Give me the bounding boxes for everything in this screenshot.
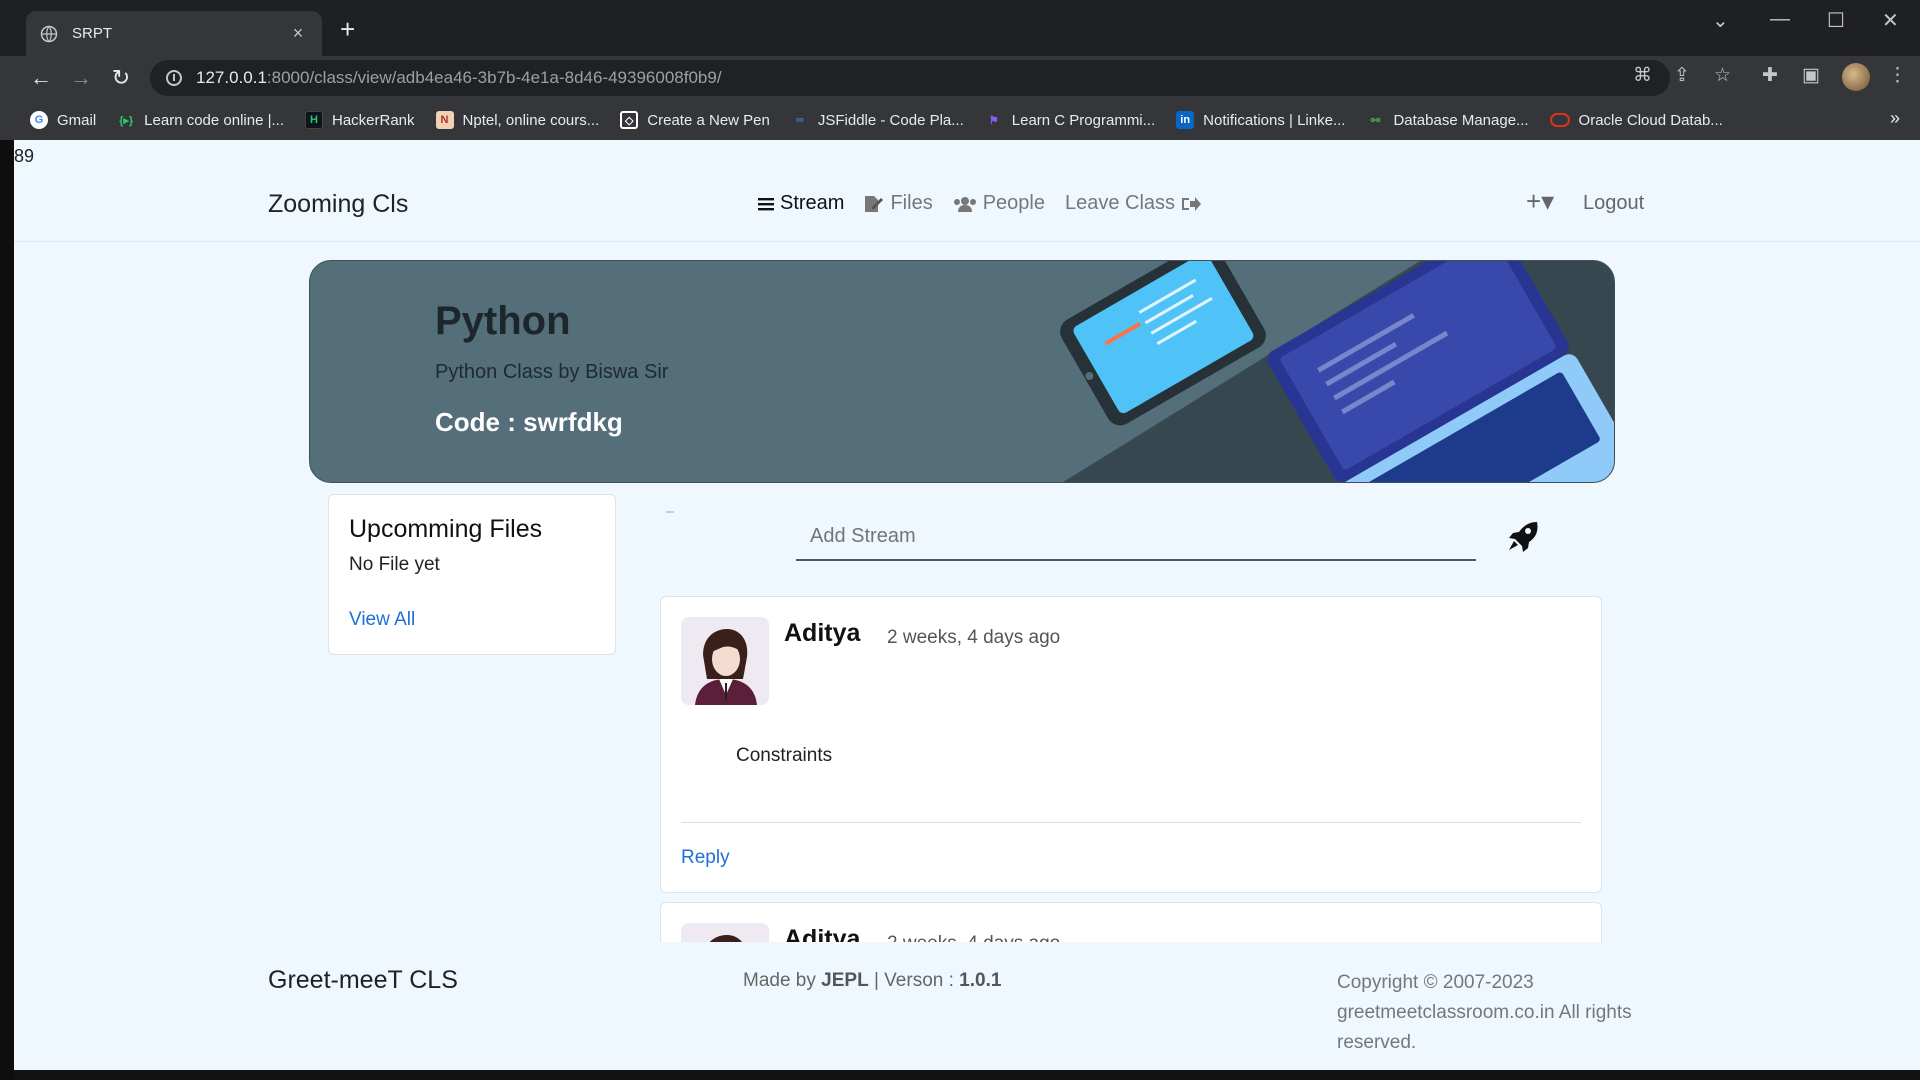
back-icon[interactable]: ← xyxy=(27,64,55,92)
footer-made-by: Made by JEPL | Verson : 1.0.1 xyxy=(743,970,1002,991)
anime-avatar-image xyxy=(681,617,769,705)
bookmark-database[interactable]: ⚯ Database Manage... xyxy=(1366,111,1529,129)
nav-leave-class[interactable]: Leave Class xyxy=(1065,192,1207,215)
nav-stream[interactable]: Stream xyxy=(758,192,844,215)
browser-tab[interactable]: SRPT × xyxy=(26,11,322,56)
add-stream-input[interactable] xyxy=(796,513,1476,561)
new-tab-button[interactable]: + xyxy=(340,16,355,42)
close-window-icon[interactable]: ✕ xyxy=(1882,8,1899,33)
bookmarks-more-icon[interactable]: » xyxy=(1890,108,1900,129)
tab-title: SRPT xyxy=(72,25,113,42)
bookmark-hackerrank[interactable]: H HackerRank xyxy=(305,111,415,129)
users-icon xyxy=(953,196,976,212)
upcoming-files-title: Upcomming Files xyxy=(349,515,543,543)
programiz-icon: ⚑ xyxy=(988,114,999,127)
google-icon: G xyxy=(30,111,48,129)
nptel-icon: N xyxy=(435,111,454,129)
post-content: Constraints xyxy=(736,745,833,766)
site-brand[interactable]: Zooming Cls xyxy=(268,190,408,219)
post-divider xyxy=(681,822,1581,823)
class-banner: Python Python Class by Biswa Sir Code : … xyxy=(309,260,1615,483)
oracle-icon xyxy=(1549,113,1570,127)
bookmark-star-icon[interactable]: ☆ xyxy=(1714,64,1731,87)
tab-search-icon[interactable]: ⌄ xyxy=(1712,8,1729,33)
bookmarks-bar: G Gmail {▸} Learn code online |... H Hacker… xyxy=(0,100,1920,140)
url-host: 127.0.0.1 xyxy=(196,68,267,87)
bookmark-programiz[interactable]: ⚑ Learn C Programmi... xyxy=(985,111,1155,129)
database-icon: ⚯ xyxy=(1370,114,1381,127)
site-info-icon[interactable] xyxy=(166,70,182,86)
reload-icon[interactable]: ↻ xyxy=(107,64,135,92)
side-panel-icon[interactable]: ▣ xyxy=(1802,64,1820,87)
bookmark-codepen[interactable]: ◇ Create a New Pen xyxy=(620,111,770,129)
url-path: :8000/class/view/adb4ea46-3b7b-4e1a-8d46… xyxy=(266,68,722,87)
post-time: 2 weeks, 4 days ago xyxy=(887,627,1061,648)
author-avatar[interactable] xyxy=(681,617,769,705)
stream-post: Aditya 2 weeks, 4 days ago Constraints R… xyxy=(660,596,1602,893)
web-page: 89 Zooming Cls Stream Files People Leave… xyxy=(14,140,1920,1070)
site-footer: Greet-meeT CLS Made by JEPL | Verson : 1… xyxy=(14,942,1920,1070)
reply-link[interactable]: Reply xyxy=(681,847,730,869)
view-all-link[interactable]: View All xyxy=(349,609,415,631)
tab-close-icon[interactable]: × xyxy=(288,23,308,44)
codepen-icon: ◇ xyxy=(620,111,639,129)
debug-counter: 89 xyxy=(14,146,35,166)
class-description: Python Class by Biswa Sir xyxy=(435,361,669,383)
post-author: Aditya xyxy=(784,619,861,647)
divider-mark xyxy=(666,511,674,513)
minimize-icon[interactable]: — xyxy=(1770,8,1790,31)
class-title: Python xyxy=(435,299,571,343)
desktop-edge xyxy=(0,140,14,1080)
site-navbar: Zooming Cls Stream Files People Leave Cl… xyxy=(14,170,1920,242)
logout-link[interactable]: Logout xyxy=(1583,192,1644,215)
code-icon: {▸} xyxy=(119,114,134,127)
share-icon[interactable]: ⇪ xyxy=(1674,64,1690,87)
bookmark-jsfiddle[interactable]: ∞ JSFiddle - Code Pla... xyxy=(791,111,964,129)
nav-files[interactable]: Files xyxy=(864,192,933,215)
class-code: Code : swrfdkg xyxy=(435,407,623,437)
nav-people[interactable]: People xyxy=(953,192,1045,215)
laptop-tablet-illustration xyxy=(1060,261,1614,482)
bookmark-oracle[interactable]: Oracle Cloud Datab... xyxy=(1549,112,1723,129)
bars-icon xyxy=(758,197,774,210)
rocket-send-icon[interactable] xyxy=(1507,520,1539,552)
add-dropdown-button[interactable]: +▾ xyxy=(1526,186,1554,217)
profile-avatar[interactable] xyxy=(1842,63,1870,91)
footer-brand: Greet-meeT CLS xyxy=(268,966,458,994)
globe-icon xyxy=(40,25,58,42)
browser-tab-strip: SRPT × + ⌄ — ☐ ✕ xyxy=(0,0,1920,56)
nav-menu: Stream Files People Leave Class xyxy=(758,192,1227,215)
bookmark-nptel[interactable]: N Nptel, online cours... xyxy=(435,111,599,129)
file-edit-icon xyxy=(865,195,884,212)
translate-icon[interactable]: ⌘ xyxy=(1633,64,1652,87)
forward-icon[interactable]: → xyxy=(67,64,95,92)
maximize-icon[interactable]: ☐ xyxy=(1827,8,1845,33)
footer-copyright: Copyright © 2007-2023 greetmeetclassroom… xyxy=(1337,972,1632,1053)
bookmark-learn-code[interactable]: {▸} Learn code online |... xyxy=(117,111,284,129)
menu-dots-icon[interactable]: ⋮ xyxy=(1888,64,1907,87)
address-bar[interactable]: 127.0.0.1:8000/class/view/adb4ea46-3b7b-… xyxy=(150,60,1670,96)
no-file-text: No File yet xyxy=(349,554,440,575)
sign-out-icon xyxy=(1182,196,1202,211)
linkedin-icon: in xyxy=(1176,111,1195,129)
jsfiddle-icon: ∞ xyxy=(795,114,804,126)
bookmark-linkedin[interactable]: in Notifications | Linke... xyxy=(1176,111,1345,129)
extensions-icon[interactable]: ✚ xyxy=(1762,64,1778,87)
upcoming-files-card: Upcomming Files No File yet View All xyxy=(328,494,616,655)
hackerrank-icon: H xyxy=(305,111,323,129)
bookmark-gmail[interactable]: G Gmail xyxy=(30,111,96,129)
